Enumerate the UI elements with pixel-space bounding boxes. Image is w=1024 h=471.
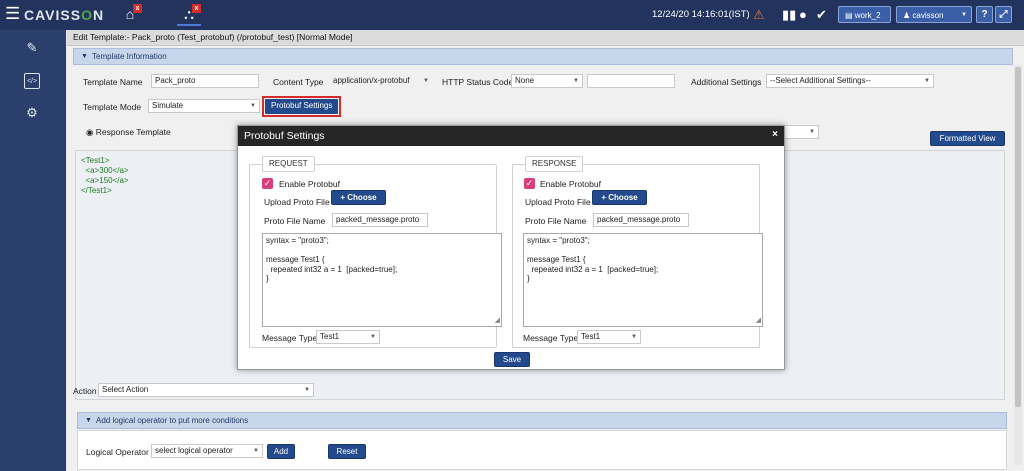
record-icon[interactable]: ● [799,7,807,22]
template-name-input[interactable]: Pack_proto [151,74,259,88]
close-icon[interactable]: x [192,4,201,13]
alert-icon[interactable]: ⚠ [753,7,765,22]
http-status-text[interactable] [587,74,675,88]
action-label: Action [73,386,97,396]
template-select[interactable]: ▼ [779,125,819,139]
response-upload-label: Upload Proto File [525,197,591,207]
page-title: Edit Template:- Pack_proto (Test_protobu… [67,30,1024,46]
user-icon: ♟ [903,11,911,20]
request-upload-label: Upload Proto File [264,197,330,207]
close-icon[interactable]: × [772,129,778,140]
chevron-down-icon: ▼ [370,334,376,340]
response-message-type-label: Message Type [523,333,579,343]
template-mode-select[interactable]: Simulate ▼ [148,99,260,113]
resize-icon[interactable]: ◢ [495,316,500,326]
response-proto-file-label: Proto File Name [525,216,587,226]
protobuf-settings-button[interactable]: Protobuf Settings [262,96,342,117]
response-enable-checkbox[interactable]: ✓ [524,178,535,189]
close-icon[interactable]: x [133,4,142,13]
logical-operator-select[interactable]: select logical operator ▼ [151,444,263,458]
request-proto-file-label: Proto File Name [264,216,326,226]
edit-icon[interactable]: ✎ [24,40,40,56]
action-select[interactable]: Select Action ▼ [98,383,314,397]
menu-icon[interactable]: ☰ [5,5,20,22]
settings-icon[interactable]: ⚙ [24,105,40,121]
main-scrollbar[interactable] [1014,65,1022,465]
top-bar: ☰ CAVISSON ⌂ x ⛬ x 12/24/20 14:16:01(IST) … [0,0,1024,30]
http-status-select[interactable]: None ▼ [511,74,583,88]
bar-chart-icon[interactable]: ▮▮ [782,7,796,22]
response-legend: RESPONSE [525,156,584,172]
additional-settings-select[interactable]: --Select Additional Settings-- ▼ [766,74,934,88]
request-proto-file-input[interactable]: packed_message.proto [332,213,428,227]
chevron-down-icon: ▼ [961,12,967,18]
chevron-down-icon: ▼ [924,78,930,84]
save-button[interactable]: Save [494,352,530,367]
help-button[interactable]: ? [976,6,993,23]
http-status-label: HTTP Status Code [442,77,514,87]
protobuf-settings-dialog: Protobuf Settings × REQUEST ✓ Enable Pro… [237,125,785,370]
chevron-down-icon: ▼ [423,78,429,84]
scrollbar-thumb[interactable] [1015,67,1021,407]
add-button[interactable]: Add [267,444,295,459]
content-type-label: Content Type [273,77,324,87]
request-message-type-label: Message Type [262,333,318,343]
datetime: 12/24/20 14:16:01(IST) [652,9,750,20]
template-content: <Test1> <a>300</a> <a>150</a> </Test1> [81,156,129,195]
response-choose-button[interactable]: + Choose [592,190,647,205]
logo: CAVISSON [24,7,105,23]
chevron-down-icon: ▼ [85,417,92,424]
response-enable-label: Enable Protobuf [540,179,601,189]
template-info-header[interactable]: ▼ Template Information [73,48,1013,65]
response-proto-file-input[interactable]: packed_message.proto [593,213,689,227]
chevron-down-icon: ▼ [304,387,310,393]
resize-icon[interactable]: ◢ [756,316,761,326]
chevron-down-icon: ▼ [253,448,259,454]
chevron-down-icon: ▼ [631,334,637,340]
chevron-down-icon: ▼ [81,53,88,60]
response-proto-content: syntax = "proto3"; message Test1 { repea… [527,236,659,283]
template-name-label: Template Name [83,77,143,87]
sidebar: ✎ </> ⚙ [0,30,66,471]
request-message-type-select[interactable]: Test1 ▼ [316,330,380,344]
chevron-down-icon: ▼ [250,103,256,109]
request-enable-label: Enable Protobuf [279,179,340,189]
content-type-select[interactable]: application/x-protobuf ▼ [329,74,433,88]
user-menu-button[interactable]: ♟ cavisson ▼ [896,6,972,23]
formatted-view-button[interactable]: Formatted View [930,131,1005,146]
check-circle-icon[interactable]: ✔ [816,7,827,22]
response-proto-textarea[interactable]: syntax = "proto3"; message Test1 { repea… [523,233,763,327]
request-legend: REQUEST [262,156,315,172]
response-template-radio[interactable]: ◉ Response Template [86,127,171,138]
expand-icon[interactable]: ⤢ [995,6,1012,23]
response-message-type-select[interactable]: Test1 ▼ [577,330,641,344]
workspace-button[interactable]: ▤ work_2 [838,6,891,23]
reset-button[interactable]: Reset [328,444,366,459]
chevron-down-icon: ▼ [573,78,579,84]
request-choose-button[interactable]: + Choose [331,190,386,205]
chevron-down-icon: ▼ [809,129,815,135]
code-icon[interactable]: </> [24,73,40,89]
logical-operator-header[interactable]: ▼ Add logical operator to put more condit… [77,412,1007,429]
request-enable-checkbox[interactable]: ✓ [262,178,273,189]
home-tab[interactable]: ⌂ x [118,4,142,26]
network-tab[interactable]: ⛬ x [177,4,201,26]
logical-operator-label: Logical Operator : [86,447,154,457]
dialog-title: Protobuf Settings [238,126,784,146]
additional-settings-label: Additional Settings [691,77,762,87]
request-proto-content: syntax = "proto3"; message Test1 { repea… [266,236,398,283]
request-proto-textarea[interactable]: syntax = "proto3"; message Test1 { repea… [262,233,502,327]
template-mode-label: Template Mode [83,102,142,112]
